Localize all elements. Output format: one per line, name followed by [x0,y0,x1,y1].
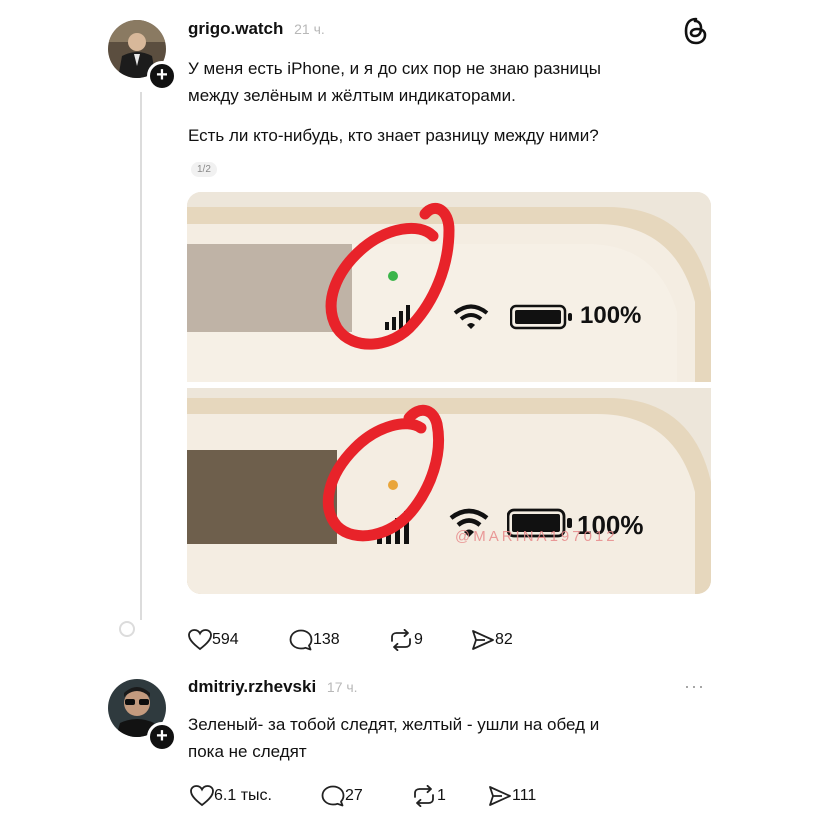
reply-repost-button[interactable]: 1 [411,785,446,807]
post-time: 21 ч. [294,21,325,37]
follow-plus-icon[interactable]: + [147,61,177,91]
reply-text-line-2: пока не следят [188,742,307,761]
more-options-icon[interactable]: ··· [684,676,705,697]
post-header: grigo.watch 21 ч. [188,19,325,39]
repost-icon [391,629,411,651]
threads-icon[interactable] [683,17,709,50]
reply-time: 17 ч. [326,679,358,695]
post-text-line-3: Есть ли кто-нибудь, кто знает разницу ме… [188,126,599,145]
reply-username[interactable]: dmitriy.rzhevski [188,677,316,696]
repost-count: 9 [414,631,423,648]
like-count: 594 [212,631,239,648]
reply-follow-plus-icon[interactable]: + [147,722,177,752]
reply-text-line-1: Зеленый- за тобой следят, желтый - ушли … [188,715,600,734]
repost-button[interactable]: 9 [388,629,423,651]
comment-icon [321,785,345,807]
comment-icon [289,629,313,651]
reply-like-button[interactable]: 6.1 тыс. [190,785,272,807]
thread-end-dot [119,621,135,637]
reply-share-count: 111 [512,787,537,804]
red-circle-annotation [322,203,455,542]
post-text-line-2: между зелёным и жёлтым индикаторами. [188,86,516,105]
post-username[interactable]: grigo.watch [188,19,283,38]
reply-like-count: 6.1 тыс. [214,787,272,804]
comment-count: 138 [313,631,340,648]
repost-icon [414,785,434,807]
post-text: У меня есть iPhone, и я до сих пор не зн… [188,55,728,149]
reply-comment-button[interactable]: 27 [321,785,363,807]
like-button[interactable]: 594 [188,629,239,651]
media-pager: 1/2 [191,162,217,177]
heart-icon [188,629,212,651]
share-count: 82 [495,631,513,648]
share-icon [472,630,494,650]
reply-comment-count: 27 [345,787,363,804]
thread-line [140,92,142,620]
share-button[interactable]: 82 [471,629,513,651]
post-text-line-1: У меня есть iPhone, и я до сих пор не зн… [188,59,602,78]
reply-share-button[interactable]: 111 [488,785,536,807]
post-image[interactable]: 100% 100% @MARINA197012 [187,192,711,594]
heart-icon [190,785,214,807]
share-icon [489,786,511,806]
reply-repost-count: 1 [437,787,446,804]
reply-header: dmitriy.rzhevski 17 ч. [188,677,358,697]
reply-text: Зеленый- за тобой следят, желтый - ушли … [188,711,728,765]
comment-button[interactable]: 138 [289,629,340,651]
